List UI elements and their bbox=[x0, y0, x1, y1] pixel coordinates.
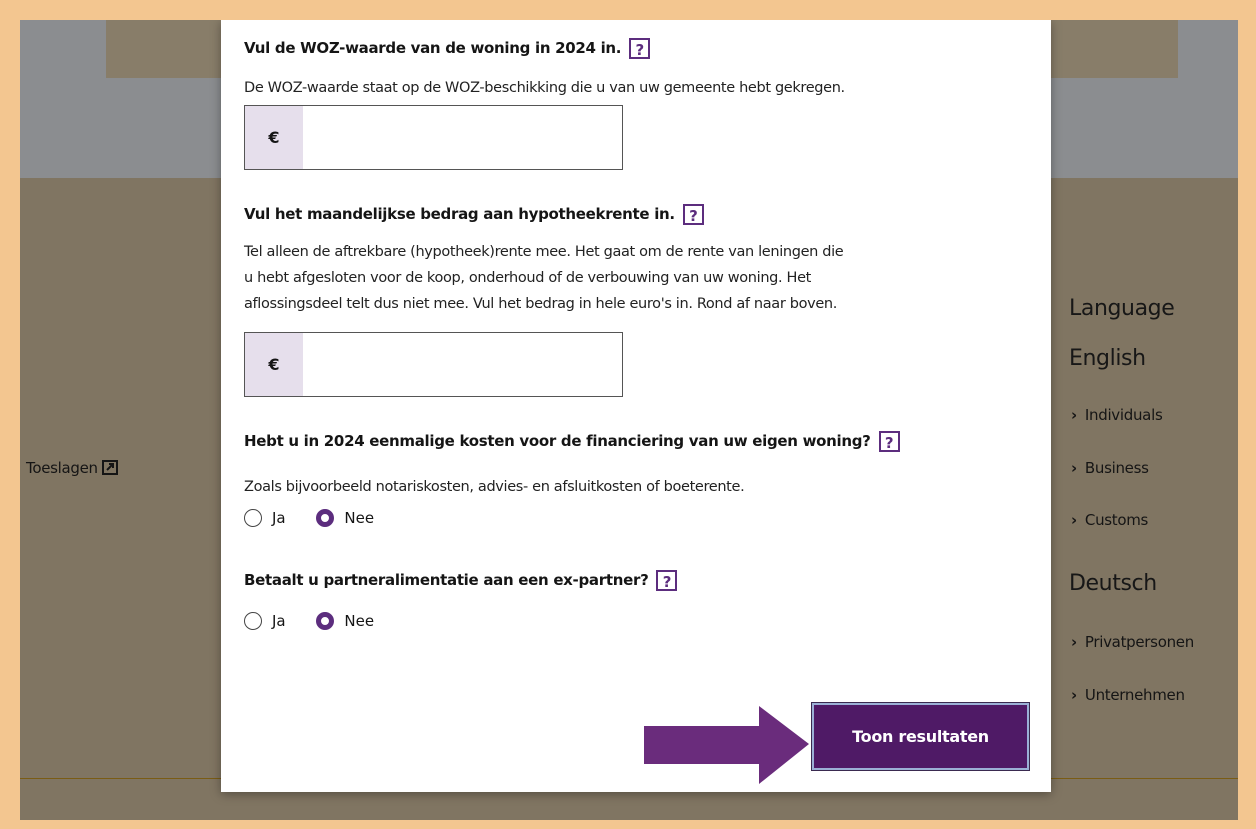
external-link-icon bbox=[101, 460, 118, 479]
chevron-right-icon: › bbox=[1071, 511, 1077, 529]
woz-amount-input[interactable] bbox=[303, 106, 621, 169]
hypotheekrente-amount-input[interactable] bbox=[303, 333, 621, 396]
woz-question-title: Vul de WOZ-waarde van de woning in 2024 … bbox=[244, 38, 651, 59]
financiering-description: Zoals bijvoorbeeld notariskosten, advies… bbox=[244, 479, 745, 495]
annotation-arrow-icon bbox=[644, 706, 809, 784]
help-button[interactable]: ? bbox=[629, 38, 651, 59]
hypotheekrente-description-line: Tel alleen de aftrekbare (hypotheek)rent… bbox=[244, 244, 844, 260]
woz-description: De WOZ-waarde staat op de WOZ-beschikkin… bbox=[244, 80, 845, 96]
euro-prefix: € bbox=[245, 333, 303, 396]
radio-ja[interactable]: Ja bbox=[244, 509, 286, 527]
radio-nee[interactable]: Nee bbox=[316, 509, 374, 527]
help-button[interactable]: ? bbox=[878, 431, 900, 452]
hypotheekrente-question-title: Vul het maandelijkse bedrag aan hypothee… bbox=[244, 204, 704, 225]
radio-checked-icon bbox=[316, 612, 335, 630]
toon-resultaten-button[interactable]: Toon resultaten bbox=[812, 703, 1029, 770]
hypotheekrente-amount-field: € bbox=[244, 332, 623, 397]
calculator-modal: Vul de WOZ-waarde van de woning in 2024 … bbox=[221, 20, 1051, 792]
english-heading: English bbox=[1069, 346, 1146, 371]
toeslagen-label: Toeslagen bbox=[26, 459, 98, 477]
chevron-right-icon: › bbox=[1071, 633, 1077, 651]
partneralimentatie-question-title: Betaalt u partneralimentatie aan een ex-… bbox=[244, 570, 678, 591]
link-customs[interactable]: › Customs bbox=[1071, 511, 1148, 529]
chevron-right-icon: › bbox=[1071, 406, 1077, 424]
financiering-question-title: Hebt u in 2024 eenmalige kosten voor de … bbox=[244, 431, 900, 452]
radio-nee[interactable]: Nee bbox=[316, 612, 374, 630]
link-privatpersonen[interactable]: › Privatpersonen bbox=[1071, 633, 1194, 651]
language-heading: Language bbox=[1069, 296, 1175, 321]
radio-unchecked-icon bbox=[244, 509, 262, 527]
woz-amount-field: € bbox=[244, 105, 623, 170]
link-individuals[interactable]: › Individuals bbox=[1071, 406, 1163, 424]
radio-unchecked-icon bbox=[244, 612, 262, 630]
german-heading: Deutsch bbox=[1069, 571, 1157, 596]
link-unternehmen[interactable]: › Unternehmen bbox=[1071, 686, 1185, 704]
chevron-right-icon: › bbox=[1071, 686, 1077, 704]
help-button[interactable]: ? bbox=[656, 570, 678, 591]
euro-prefix: € bbox=[245, 106, 303, 169]
link-business[interactable]: › Business bbox=[1071, 459, 1149, 477]
radio-ja[interactable]: Ja bbox=[244, 612, 286, 630]
toeslagen-link[interactable]: Toeslagen bbox=[26, 459, 118, 479]
help-button[interactable]: ? bbox=[682, 204, 704, 225]
hypotheekrente-description-line: aflossingsdeel telt dus niet mee. Vul he… bbox=[244, 296, 837, 312]
financiering-radio-group: Ja Nee bbox=[244, 509, 400, 531]
radio-checked-icon bbox=[316, 509, 335, 527]
browser-viewport: Toeslagen Language English › Individuals … bbox=[20, 20, 1238, 820]
chevron-right-icon: › bbox=[1071, 459, 1077, 477]
partneralimentatie-radio-group: Ja Nee bbox=[244, 612, 400, 634]
hypotheekrente-description-line: u hebt afgesloten voor de koop, onderhou… bbox=[244, 270, 811, 286]
